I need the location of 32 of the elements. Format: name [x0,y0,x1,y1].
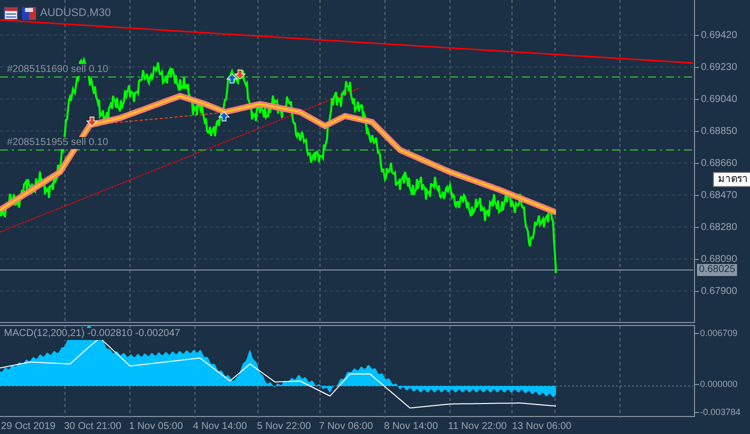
price-tick: 0.67900 [700,285,738,299]
macd-tick: -0.003784 [699,406,741,419]
buy-arrow-icon [218,112,230,122]
time-label: 11 Nov 22:00 [448,420,507,434]
time-label: 13 Nov 06:00 [512,420,572,434]
time-label: 4 Nov 14:00 [193,420,247,434]
macd-label: MACD(12,200,21) -0.002810 -0.002047 [4,328,180,340]
current-price-tag: 0.68025 [697,264,738,276]
table-icon[interactable] [4,6,18,20]
time-label: 7 Nov 06:00 [319,420,373,434]
price-tick: 0.68280 [700,221,738,235]
price-tick: 0.68660 [700,157,738,171]
time-label: 29 Oct 2019 [1,420,56,434]
time-label: 8 Nov 14:00 [384,420,438,434]
price-tick: 0.68090 [700,253,738,265]
price-tick: 0.69420 [700,29,738,43]
sell-arrow-icon [234,70,246,80]
price-tick: 0.68470 [700,189,738,203]
symbol-title: AUDUSD,M30 [40,6,111,21]
order-label: #2085151955 sell 0.10 [7,137,108,149]
time-label: 30 Oct 21:00 [64,420,122,434]
price-tick: 0.68850 [700,125,738,139]
order-label: #2085151690 sell 0.10 [7,64,108,76]
macd-tick: 0.006709 [699,327,738,340]
buy-arrow-icon [226,74,238,84]
time-label: 1 Nov 05:00 [129,420,183,434]
sell-arrow-icon [86,116,98,126]
price-tick: 0.69040 [700,93,738,107]
macd-tick: 0.000000 [699,378,738,391]
tooltip: มาตรา [713,172,750,187]
price-tick: 0.69230 [700,61,738,75]
time-label: 5 Nov 22:00 [257,420,311,434]
